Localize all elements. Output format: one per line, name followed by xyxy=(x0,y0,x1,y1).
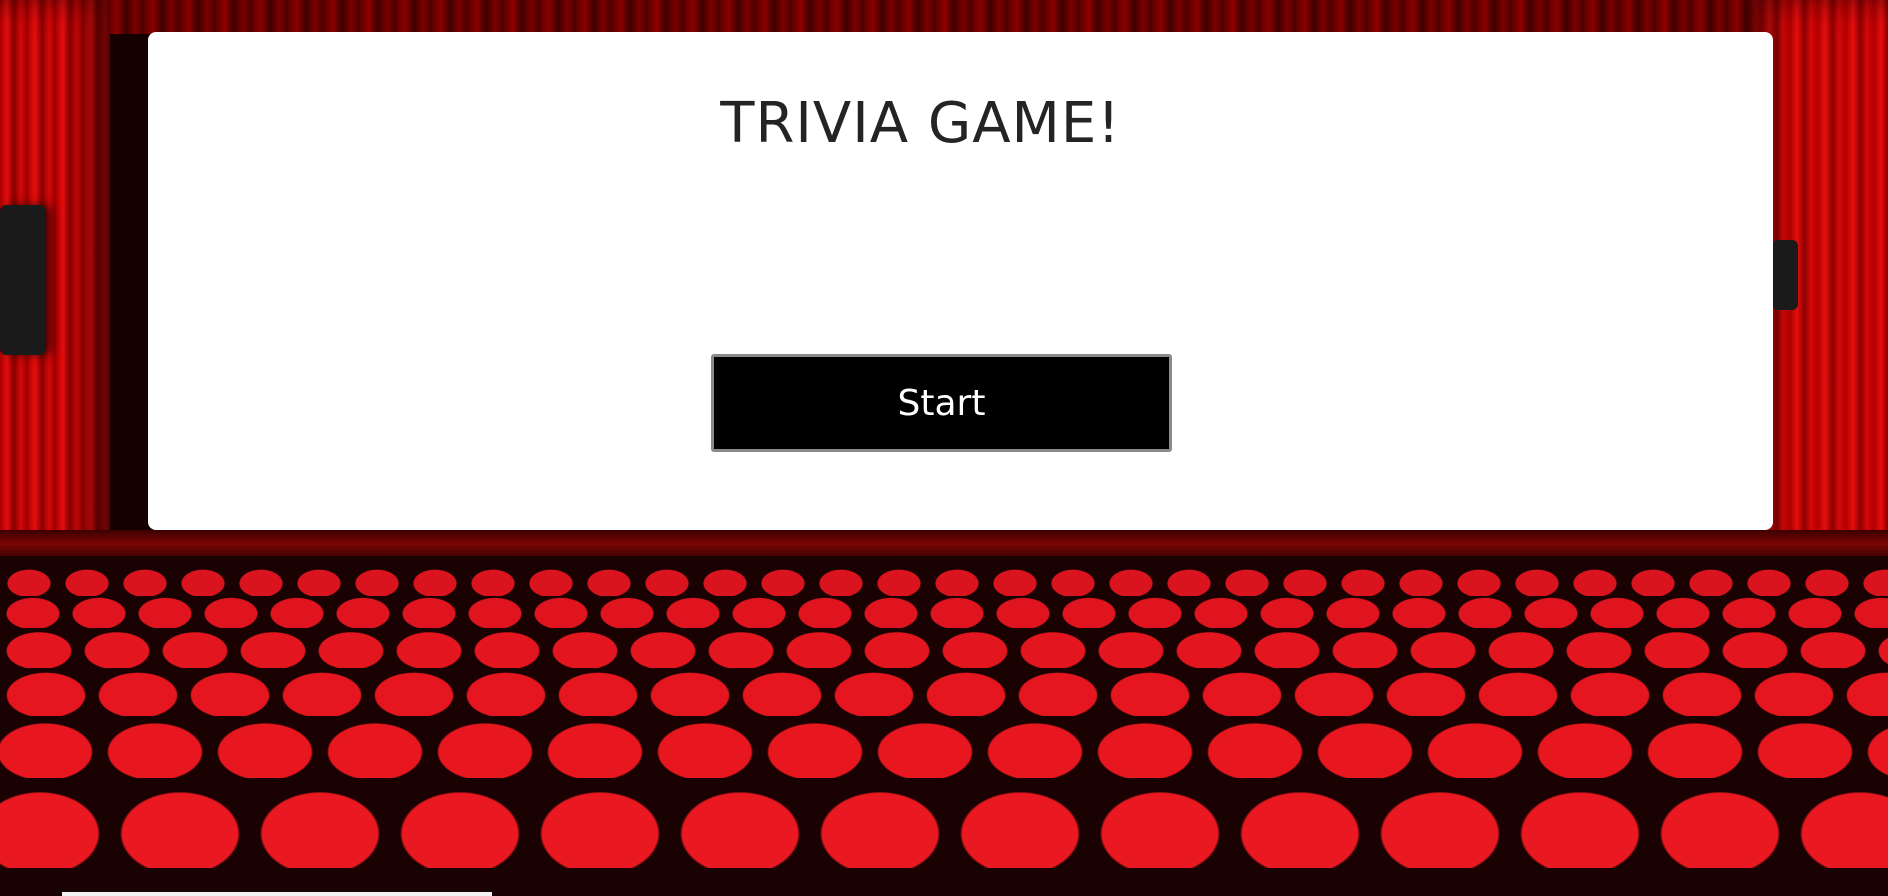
seat-row xyxy=(0,630,1888,668)
seat-row xyxy=(0,670,1888,716)
seat-row xyxy=(0,568,1888,596)
seat-row xyxy=(0,782,1888,868)
seat-row xyxy=(0,720,1888,778)
top-curtain xyxy=(0,0,1888,34)
left-spotlight-icon xyxy=(0,205,46,355)
seat-row xyxy=(0,596,1888,628)
game-title: TRIVIA GAME! xyxy=(720,91,1121,156)
theater-seats xyxy=(0,556,1888,868)
right-spotlight-icon xyxy=(1772,240,1798,310)
start-button[interactable]: Start xyxy=(711,354,1172,452)
game-panel: TRIVIA GAME! Start xyxy=(148,32,1773,530)
floor-line xyxy=(62,892,492,896)
